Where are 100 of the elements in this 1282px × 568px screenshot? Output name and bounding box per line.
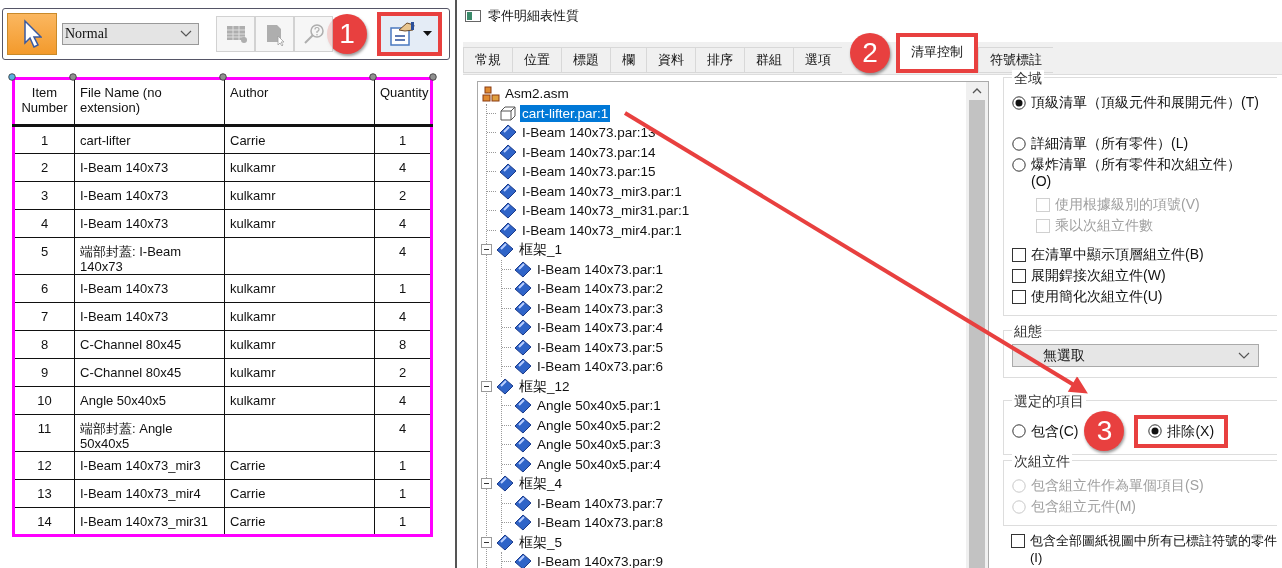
tab[interactable]: 常規 (463, 47, 512, 73)
table-cell: kulkamr (224, 153, 375, 182)
table-cell: I-Beam 140x73 (74, 181, 225, 210)
table-cell: C-Channel 80x45 (74, 330, 225, 359)
tree-item[interactable]: I-Beam 140x73.par:2 (535, 280, 666, 298)
tree-item[interactable]: 框架_5 (517, 533, 565, 551)
properties-split-button[interactable] (377, 12, 442, 56)
table-cell: kulkamr (224, 181, 375, 210)
tree-item[interactable]: I-Beam 140x73.par:3 (535, 299, 666, 317)
tree-item[interactable]: 框架_4 (517, 475, 565, 493)
handle-icon (369, 73, 377, 81)
table-cell: I-Beam 140x73 (74, 274, 225, 303)
tab[interactable]: 選項 (793, 47, 842, 73)
tab[interactable]: 資料 (646, 47, 695, 73)
radio-option[interactable]: 包含(C) (1012, 422, 1079, 440)
diamond-icon (514, 455, 532, 473)
table-cell: Carrie (224, 125, 375, 154)
document-hand-icon (387, 21, 417, 47)
table-cell: kulkamr (224, 302, 375, 331)
tree-item[interactable]: Angle 50x40x5.par:4 (535, 455, 663, 473)
tree-item[interactable]: I-Beam 140x73.par:14 (520, 143, 658, 161)
tab[interactable]: 排序 (695, 47, 744, 73)
tree-item[interactable]: I-Beam 140x73.par:15 (520, 163, 658, 181)
diamond-icon (514, 299, 532, 317)
tab[interactable]: 位置 (512, 47, 561, 73)
checkbox-option[interactable]: 展開銲接次組立件(W) (1012, 267, 1277, 284)
column-header: Author (224, 78, 375, 126)
group-label: 組態 (1012, 323, 1044, 341)
table-cell: 3 (13, 181, 75, 210)
tree-item[interactable]: Asm2.asm (503, 85, 571, 103)
table-cell: 7 (13, 302, 75, 331)
tree-item[interactable]: I-Beam 140x73.par:4 (535, 319, 666, 337)
diamond-icon (514, 514, 532, 532)
diamond-icon (514, 494, 532, 512)
table-cell: Angle 50x40x5 (74, 386, 225, 415)
tree-item[interactable]: I-Beam 140x73.par:13 (520, 124, 658, 142)
table-cell: I-Beam 140x73 (74, 153, 225, 182)
checkbox-option[interactable]: 包含全部圖紙視圖中所有已標註符號的零件(I) (1011, 532, 1277, 566)
tree-item[interactable]: 框架_12 (517, 377, 572, 395)
tree-item[interactable]: Angle 50x40x5.par:3 (535, 436, 663, 454)
table-cell: 端部封蓋: I-Beam 140x73 (74, 237, 225, 275)
radio-option[interactable]: 排除(X) (1134, 414, 1229, 448)
handle-icon (69, 73, 77, 81)
handle-icon (219, 73, 227, 81)
diamond-icon (496, 241, 514, 259)
tree-item[interactable]: I-Beam 140x73_mir3.par:1 (520, 182, 684, 200)
tree-item[interactable]: Angle 50x40x5.par:2 (535, 416, 663, 434)
caret-icon (423, 31, 432, 37)
tree-item[interactable]: 框架_1 (517, 241, 565, 259)
window-title: 零件明細表性質 (488, 7, 579, 25)
style-dropdown[interactable]: Normal (62, 23, 199, 45)
tree-item[interactable]: Angle 50x40x5.par:1 (535, 397, 663, 415)
collapse-icon[interactable] (481, 380, 492, 392)
diamond-icon (514, 280, 532, 298)
diamond-icon (499, 163, 517, 181)
radio-option[interactable]: 頂級清單（頂級元件和展開元件）(T) (1012, 94, 1277, 111)
collapse-icon[interactable] (481, 478, 492, 490)
group-label: 選定的項目 (1012, 393, 1086, 411)
collapse-icon[interactable] (481, 244, 492, 256)
tab[interactable]: 清單控制 (896, 33, 978, 73)
checkbox-option[interactable]: 使用簡化次組立件(U) (1012, 288, 1277, 305)
diamond-icon (499, 124, 517, 142)
table-cell: 13 (13, 479, 75, 508)
column-header: File Name (no extension) (74, 78, 225, 126)
tab[interactable]: 標題 (561, 47, 610, 73)
diamond-icon (514, 397, 532, 415)
table-cell: 1 (13, 125, 75, 154)
scrollbar[interactable] (966, 82, 988, 568)
tree-item[interactable]: I-Beam 140x73.par:7 (535, 494, 666, 512)
handle-icon (429, 73, 437, 81)
blocks-icon (482, 85, 500, 102)
table-cell: kulkamr (224, 358, 375, 387)
tree-item[interactable]: cart-lifter.par:1 (520, 104, 611, 122)
table-cell: C-Channel 80x45 (74, 358, 225, 387)
window-icon (465, 10, 481, 22)
table-cell: 6 (13, 274, 75, 303)
handle-icon (8, 73, 16, 81)
table-cell: cart-lifter (74, 125, 225, 154)
tree-item[interactable]: I-Beam 140x73_mir31.par:1 (520, 202, 692, 220)
diamond-icon (514, 553, 532, 568)
diamond-icon (514, 319, 532, 337)
radio-option[interactable]: 爆炸清單（所有零件和次組立件）(O) (1012, 156, 1277, 190)
tree-item[interactable]: I-Beam 140x73.par:1 (535, 260, 666, 278)
step-badge: 2 (850, 33, 890, 73)
table-cell: I-Beam 140x73_mir4 (74, 479, 225, 508)
tree-item[interactable]: I-Beam 140x73_mir4.par:1 (520, 221, 684, 239)
table-cell: 端部封蓋: Angle 50x40x5 (74, 414, 225, 452)
checkbox-option[interactable]: 在清單中顯示頂層組立件(B) (1012, 246, 1277, 263)
tab[interactable]: 群組 (744, 47, 793, 73)
configuration-dropdown[interactable]: 無選取 (1012, 344, 1259, 367)
select-tool-button[interactable] (7, 13, 57, 55)
table-cell: 12 (13, 451, 75, 480)
tree-item[interactable]: I-Beam 140x73.par:8 (535, 514, 666, 532)
radio-option[interactable]: 詳細清單（所有零件）(L) (1012, 135, 1277, 152)
scrollbar-thumb[interactable] (969, 100, 985, 568)
tree-item[interactable]: I-Beam 140x73.par:6 (535, 358, 666, 376)
collapse-icon[interactable] (481, 536, 492, 548)
table-cell: I-Beam 140x73_mir3 (74, 451, 225, 480)
tree-item[interactable]: I-Beam 140x73.par:5 (535, 338, 666, 356)
tab[interactable]: 欄 (610, 47, 646, 73)
